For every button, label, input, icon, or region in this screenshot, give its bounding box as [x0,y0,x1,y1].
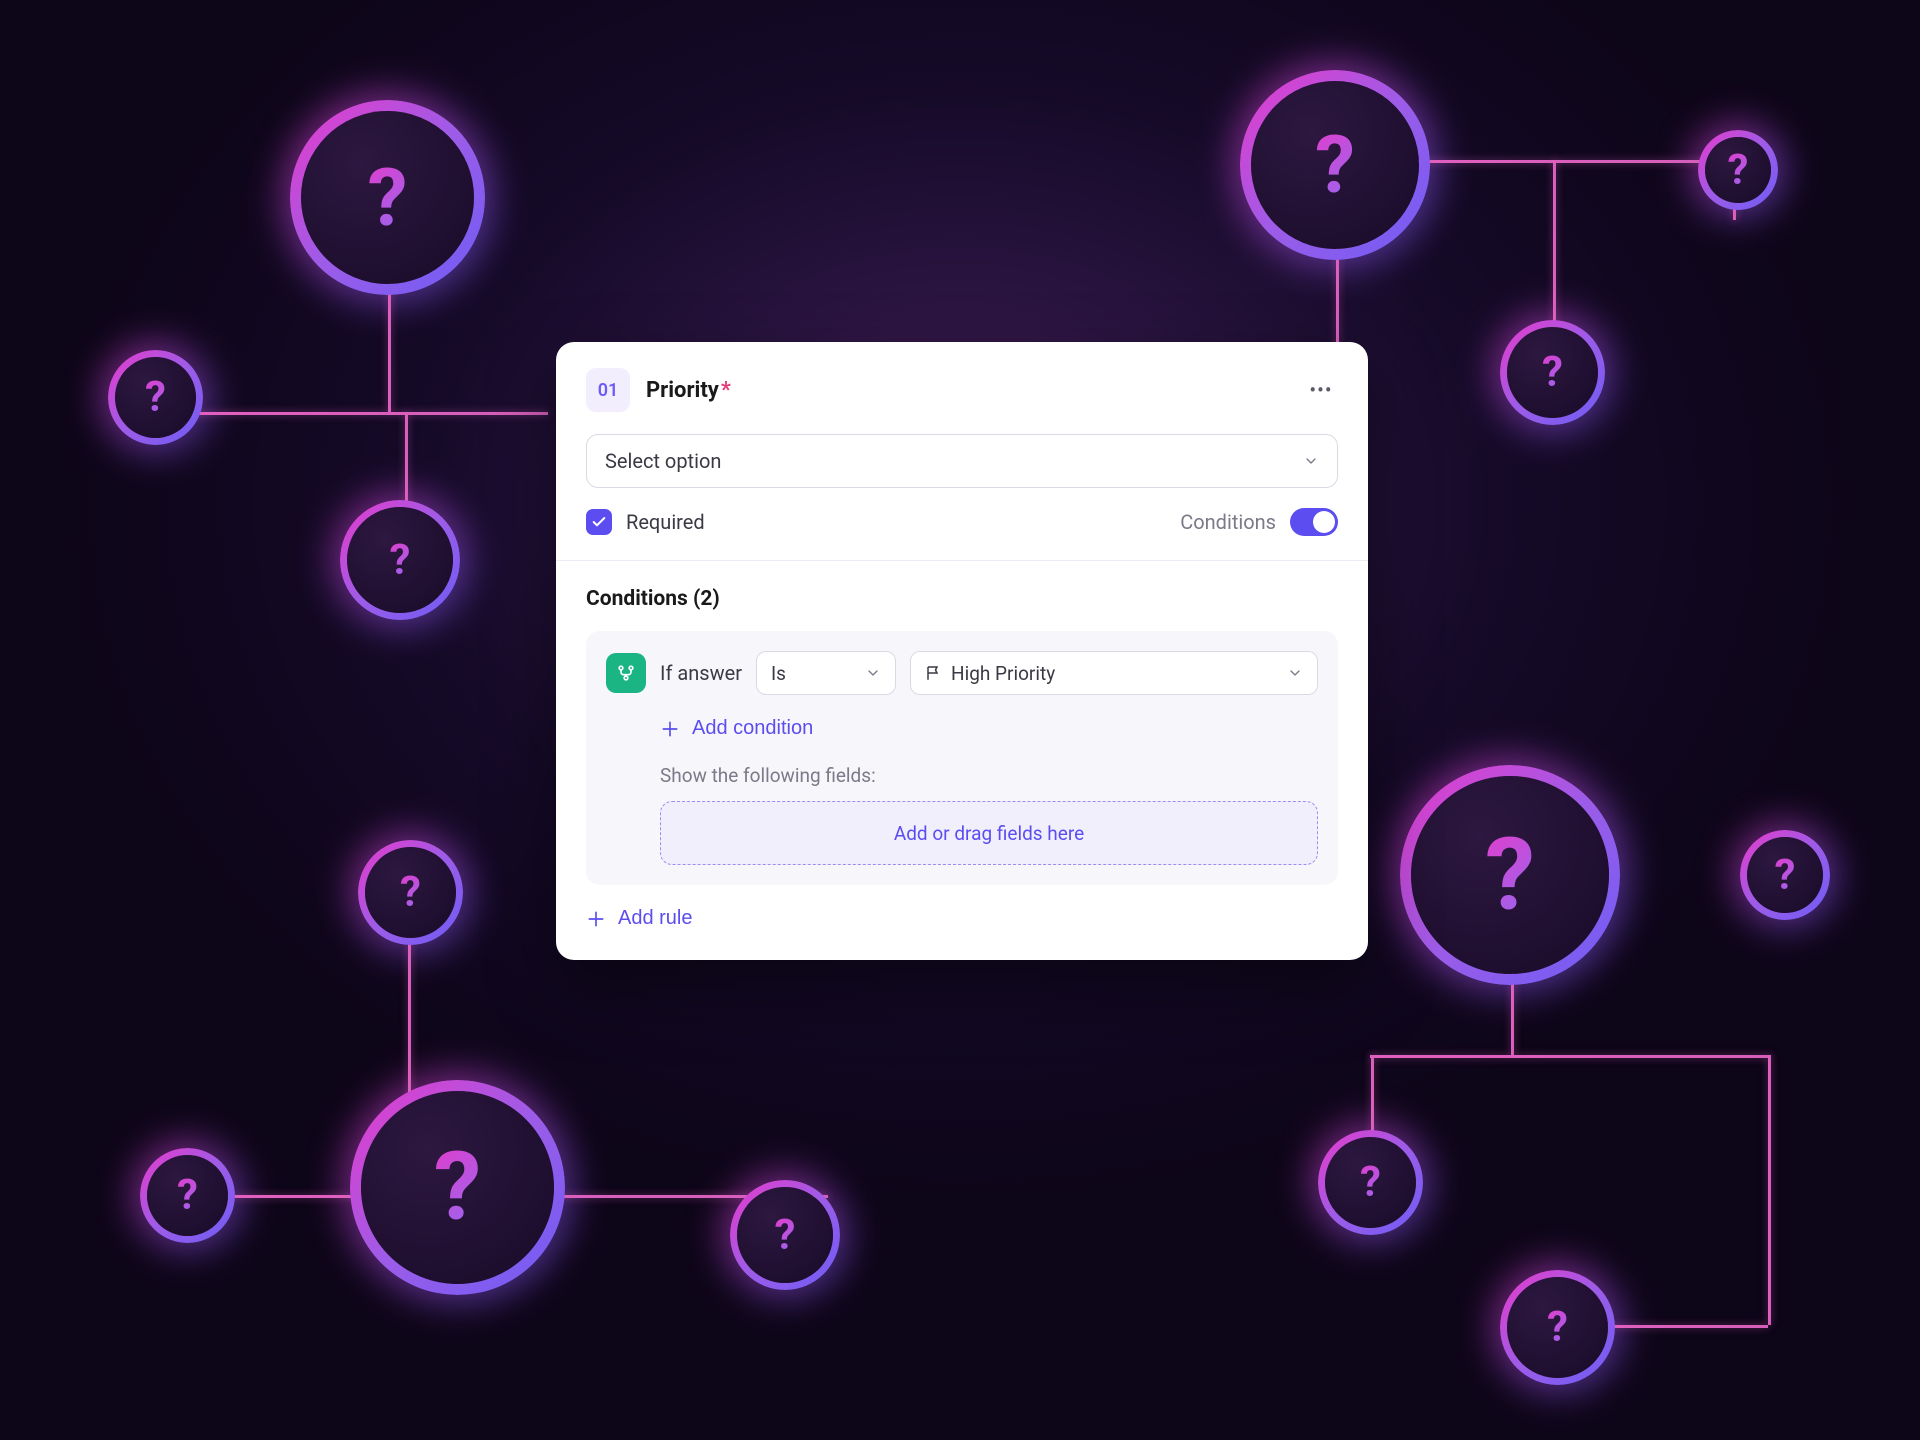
decorative-line [1768,1055,1771,1325]
chevron-down-icon [865,665,881,681]
decorative-line [188,1195,828,1198]
question-bubble-icon: ? [1400,765,1620,985]
select-placeholder: Select option [605,449,721,473]
operator-value: Is [771,662,786,685]
condition-rule: If answer Is High Priority Add condition [586,631,1338,885]
show-fields-label: Show the following fields: [660,764,1318,787]
field-editor-card: 01 Priority* ••• Select option Required … [556,342,1368,960]
condition-value: High Priority [951,662,1055,685]
chevron-down-icon [1303,453,1319,469]
option-select[interactable]: Select option [586,434,1338,488]
operator-select[interactable]: Is [756,651,896,695]
more-menu-button[interactable]: ••• [1304,373,1338,407]
question-bubble-icon: ? [1500,1270,1615,1385]
plus-icon [586,909,606,929]
field-title: Priority* [646,378,731,403]
conditions-toggle[interactable] [1290,508,1338,536]
question-bubble-icon: ? [730,1180,840,1290]
question-bubble-icon: ? [1240,70,1430,260]
branch-icon [606,653,646,693]
required-asterisk: * [721,378,731,403]
field-number-badge: 01 [586,368,630,412]
plus-icon [660,719,680,739]
question-bubble-icon: ? [358,840,463,945]
decorative-line [405,412,408,512]
fields-dropzone[interactable]: Add or drag fields here [660,801,1318,865]
decorative-line [1370,1055,1770,1058]
question-bubble-icon: ? [290,100,485,295]
card-header: 01 Priority* ••• [556,342,1368,434]
decorative-line [168,412,548,415]
question-bubble-icon: ? [1500,320,1605,425]
conditions-heading: Conditions (2) [586,587,1338,611]
decorative-line [1588,1325,1768,1328]
decorative-line [1371,1055,1374,1160]
required-label: Required [626,510,705,534]
flag-icon [925,664,943,682]
toggle-knob [1313,511,1335,533]
decorative-line [785,1195,788,1245]
add-rule-label: Add rule [618,907,693,930]
required-checkbox[interactable] [586,509,612,535]
decorative-line [408,925,411,1120]
decorative-line [1511,930,1514,1055]
decorative-line [1553,160,1556,350]
field-title-text: Priority [646,378,719,403]
add-condition-label: Add condition [692,717,813,740]
decorative-line [388,262,391,412]
chevron-down-icon [1287,665,1303,681]
check-icon [591,514,607,530]
add-rule-button[interactable]: Add rule [586,907,693,930]
value-select[interactable]: High Priority [910,651,1318,695]
question-bubble-icon: ? [140,1148,235,1243]
decorative-line [1336,235,1339,355]
decorative-line [1733,160,1736,220]
dropzone-label: Add or drag fields here [894,822,1084,845]
question-bubble-icon: ? [108,350,203,445]
question-bubble-icon: ? [1698,130,1778,210]
conditions-label: Conditions [1180,510,1276,534]
question-bubble-icon: ? [1740,830,1830,920]
question-bubble-icon: ? [1318,1130,1423,1235]
question-bubble-icon: ? [350,1080,565,1295]
if-answer-label: If answer [660,661,742,685]
question-bubble-icon: ? [340,500,460,620]
decorative-line [1336,160,1736,163]
add-condition-button[interactable]: Add condition [660,717,813,740]
